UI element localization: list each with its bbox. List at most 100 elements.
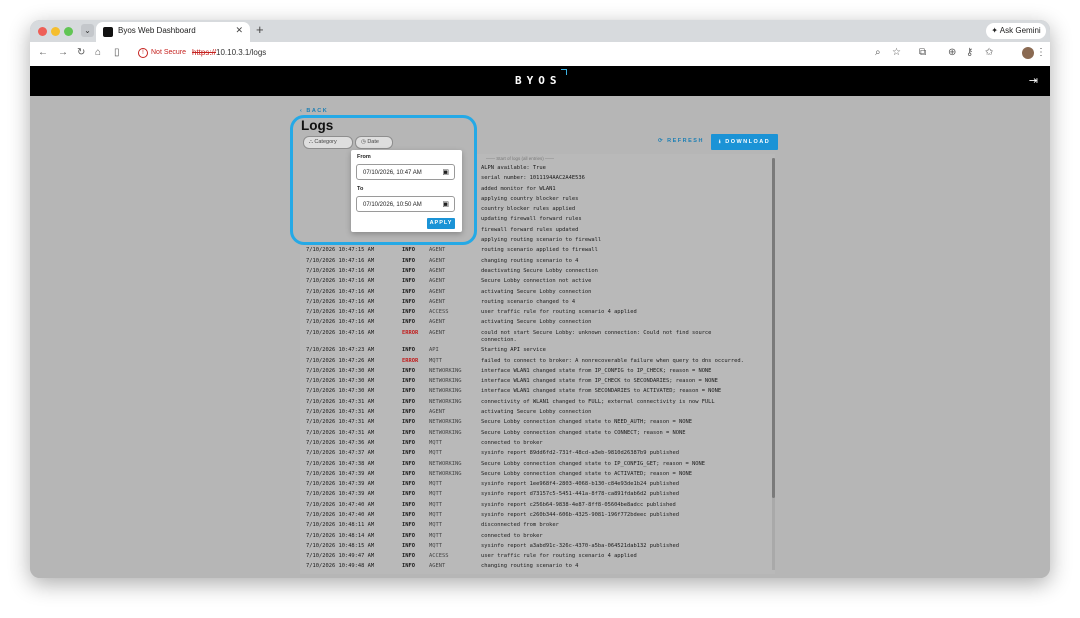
minimize-window-button[interactable]: [51, 27, 60, 36]
password-key-icon[interactable]: ⚷: [966, 47, 973, 58]
home-icon[interactable]: ⌂: [95, 47, 101, 58]
log-message: serial number: 1011194AAC2A4E536: [481, 175, 585, 182]
profile-avatar[interactable]: [1022, 47, 1034, 59]
forward-arrow-icon[interactable]: →: [58, 47, 68, 58]
close-window-button[interactable]: [38, 27, 47, 36]
log-message: sysinfo report d73157c5-5451-441a-8f78-c…: [481, 491, 679, 498]
log-row: 7/10/2026 10:49:47 AM INFO ACCESS user traf…: [300, 552, 775, 562]
refresh-button[interactable]: ⟳ REFRESH: [658, 138, 704, 144]
log-time: 7/10/2026 10:49:47 AM: [306, 553, 375, 560]
log-level: INFO: [402, 388, 415, 395]
log-level: INFO: [402, 378, 415, 385]
log-level: INFO: [402, 257, 415, 264]
date-filter-button[interactable]: ◷ Date: [355, 136, 393, 149]
extensions-icon[interactable]: ⧉: [919, 47, 926, 58]
browser-tab[interactable]: Byos Web Dashboard ✕: [96, 22, 250, 42]
log-time: 7/10/2026 10:47:16 AM: [306, 257, 375, 264]
calendar-icon[interactable]: ▣: [442, 165, 449, 181]
log-category: AGENT: [429, 298, 446, 305]
log-message: interface WLAN1 changed state from IP_CO…: [481, 367, 712, 374]
log-message: routing scenario changed to 4: [481, 298, 576, 305]
log-level: INFO: [402, 522, 415, 529]
log-time: 7/10/2026 10:47:31 AM: [306, 409, 375, 416]
back-arrow-icon[interactable]: ←: [38, 47, 48, 58]
log-category: API: [429, 347, 439, 354]
log-level: INFO: [402, 398, 415, 405]
calendar-icon[interactable]: ▣: [442, 197, 449, 213]
log-row: 7/10/2026 10:48:15 AM INFO MQTT sysinfo rep…: [300, 542, 775, 552]
log-time: 7/10/2026 10:47:30 AM: [306, 367, 375, 374]
log-category: AGENT: [429, 319, 446, 326]
log-message: routing scenario applied to firewall: [481, 247, 598, 254]
log-level: INFO: [402, 460, 415, 467]
bookmark-star-icon[interactable]: ☆: [892, 47, 901, 58]
log-message: country blocker rules applied: [481, 206, 576, 213]
log-category: AGENT: [429, 288, 446, 295]
log-row: 7/10/2026 10:47:40 AM INFO MQTT sysinfo rep…: [300, 511, 775, 521]
log-time: 7/10/2026 10:47:16 AM: [306, 278, 375, 285]
apply-button[interactable]: APPLY: [427, 218, 455, 229]
not-secure-indicator[interactable]: ! Not Secure: [138, 48, 186, 58]
log-category: MQTT: [429, 532, 442, 539]
log-level: INFO: [402, 563, 415, 570]
log-level: INFO: [402, 319, 415, 326]
log-category: MQTT: [429, 522, 442, 529]
log-level: INFO: [402, 491, 415, 498]
log-message: sysinfo report c260b344-606b-4325-9081-1…: [481, 512, 679, 518]
kebab-menu-icon[interactable]: ⋮: [1036, 47, 1046, 58]
log-time: 7/10/2026 10:47:30 AM: [306, 378, 375, 385]
log-message: activating Secure Lobby connection: [481, 409, 592, 416]
log-time: 7/10/2026 10:47:16 AM: [306, 309, 375, 316]
log-category: ACCESS: [429, 309, 449, 316]
warning-icon: !: [138, 48, 148, 58]
log-row: 7/10/2026 10:47:37 AM INFO MQTT sysinfo rep…: [300, 449, 775, 459]
log-category: AGENT: [429, 247, 446, 254]
scrollbar-thumb[interactable]: [772, 158, 775, 498]
logout-icon[interactable]: ⇥: [1029, 74, 1038, 87]
maximize-window-button[interactable]: [64, 27, 73, 36]
back-link[interactable]: ‹ BACK: [300, 108, 328, 114]
log-message: user traffic rule for routing scenario 4…: [481, 553, 637, 560]
log-category: AGENT: [429, 409, 446, 416]
log-time: 7/10/2026 10:47:40 AM: [306, 512, 375, 518]
log-category: NETWORKING: [429, 388, 462, 395]
new-tab-button[interactable]: +: [256, 22, 264, 37]
log-level: INFO: [402, 309, 415, 316]
log-category: MQTT: [429, 439, 442, 446]
log-level: INFO: [402, 470, 415, 477]
from-value: 07/10/2026, 10:47 AM: [363, 170, 422, 176]
log-category: NETWORKING: [429, 429, 462, 436]
to-datetime-input[interactable]: 07/10/2026, 10:50 AM ▣: [356, 196, 455, 212]
log-row: 7/10/2026 10:47:40 AM INFO MQTT sysinfo rep…: [300, 501, 775, 511]
log-level: INFO: [402, 298, 415, 305]
log-category: MQTT: [429, 542, 442, 549]
page-title: Logs: [301, 118, 334, 133]
address-bar[interactable]: https://10.10.3.1/logs: [192, 48, 266, 57]
log-row: 7/10/2026 10:47:23 AM INFO API Starting API…: [300, 346, 775, 356]
tab-search-chevron-icon[interactable]: ⌄: [81, 24, 94, 37]
log-time: 7/10/2026 10:47:37 AM: [306, 450, 375, 457]
log-level: INFO: [402, 429, 415, 436]
log-time: 7/10/2026 10:47:16 AM: [306, 267, 375, 274]
log-message: connected to broker: [481, 532, 543, 539]
log-message: Secure Lobby connection changed state to…: [481, 460, 705, 467]
zoom-icon[interactable]: ⌕: [875, 47, 881, 58]
log-message: activating Secure Lobby connection: [481, 319, 592, 326]
reload-icon[interactable]: ↻: [77, 47, 85, 58]
log-level: INFO: [402, 247, 415, 254]
extension-icon[interactable]: ⊕: [948, 47, 956, 58]
log-time: 7/10/2026 10:48:15 AM: [306, 542, 375, 549]
log-message: user traffic rule for routing scenario 4…: [481, 309, 637, 316]
log-time: 7/10/2026 10:47:39 AM: [306, 491, 375, 498]
from-datetime-input[interactable]: 07/10/2026, 10:47 AM ▣: [356, 164, 455, 180]
sidebar-toggle-icon[interactable]: ▯: [114, 47, 120, 58]
download-button[interactable]: ⭳ DOWNLOAD: [711, 134, 778, 150]
log-category: AGENT: [429, 257, 446, 264]
tab-close-icon[interactable]: ✕: [235, 25, 243, 36]
byos-logo: BYOS: [515, 74, 562, 87]
log-message: changing routing scenario to 4: [481, 563, 579, 570]
ask-gemini-label: Ask Gemini: [999, 26, 1041, 35]
reading-list-icon[interactable]: ✩: [985, 47, 993, 58]
ask-gemini-button[interactable]: ✦ Ask Gemini: [986, 23, 1046, 39]
category-filter-button[interactable]: ⛬ Category: [303, 136, 353, 149]
